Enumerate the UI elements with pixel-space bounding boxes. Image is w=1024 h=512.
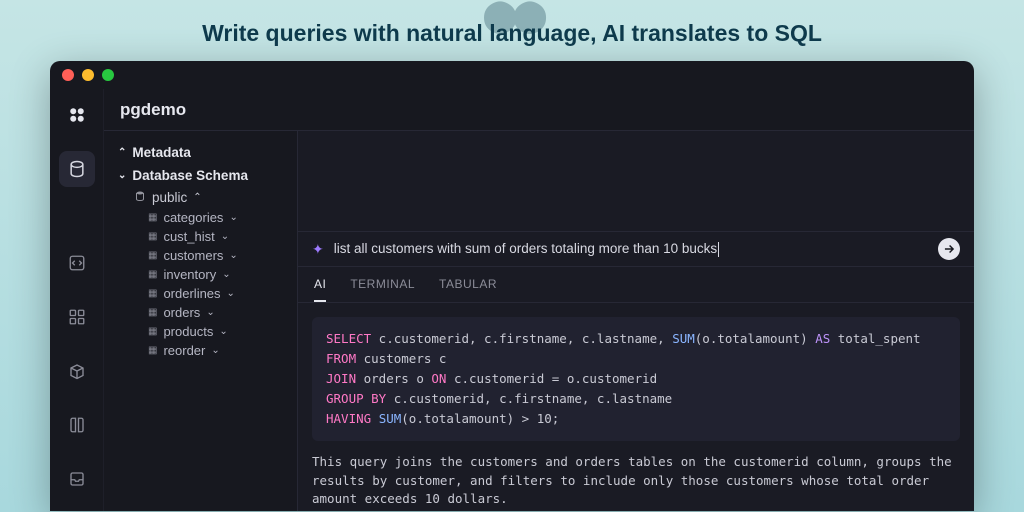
- sparkle-icon: ✦: [312, 241, 324, 258]
- sidebar-item-metadata[interactable]: ⌃ Metadata: [104, 141, 297, 164]
- table-name: reorder: [163, 343, 205, 358]
- editor-pane: ✦ list all customers with sum of orders …: [298, 131, 974, 511]
- tab-tabular[interactable]: TABULAR: [439, 267, 497, 302]
- schema-label: Database Schema: [132, 168, 248, 183]
- table-icon: ▦: [148, 250, 157, 261]
- schema-sidebar: ⌃ Metadata ⌄ Database Schema public ⌃: [104, 131, 298, 511]
- table-icon: ▦: [148, 307, 157, 318]
- database-mini-icon: [134, 190, 146, 205]
- schema-name: public: [152, 190, 187, 205]
- sidebar-table-cust_hist[interactable]: ▦ cust_hist ⌄: [104, 227, 297, 246]
- table-name: orders: [163, 305, 200, 320]
- chevron-down-icon: ⌄: [219, 326, 227, 337]
- chevron-down-icon: ⌄: [229, 250, 237, 261]
- package-icon[interactable]: [59, 353, 95, 389]
- table-icon: ▦: [148, 326, 157, 337]
- sidebar-table-inventory[interactable]: ▦ inventory ⌄: [104, 265, 297, 284]
- sidebar-table-products[interactable]: ▦ products ⌄: [104, 322, 297, 341]
- table-name: cust_hist: [163, 229, 214, 244]
- database-icon[interactable]: [59, 151, 95, 187]
- chevron-down-icon: ⌄: [222, 269, 230, 280]
- chevron-down-icon: ⌄: [211, 345, 219, 356]
- dashboard-icon[interactable]: [59, 299, 95, 335]
- submit-button[interactable]: [938, 238, 960, 260]
- explanation-text: This query joins the customers and order…: [298, 451, 974, 511]
- sidebar-item-schema[interactable]: ⌄ Database Schema: [104, 164, 297, 187]
- tab-terminal[interactable]: TERMINAL: [350, 267, 415, 302]
- table-name: inventory: [163, 267, 216, 282]
- metadata-label: Metadata: [132, 145, 191, 160]
- prompt-input-row[interactable]: ✦ list all customers with sum of orders …: [298, 232, 974, 266]
- decorative-dots: ⬤⬤: [482, 0, 542, 34]
- chevron-down-icon: ⌄: [221, 231, 229, 242]
- tab-ai[interactable]: AI: [314, 267, 326, 302]
- chevron-down-icon: ⌄: [229, 212, 237, 223]
- table-name: categories: [163, 210, 223, 225]
- table-name: orderlines: [163, 286, 220, 301]
- chevron-down-icon: ⌄: [118, 170, 126, 181]
- connection-title: pgdemo: [104, 89, 974, 131]
- sidebar-table-customers[interactable]: ▦ customers ⌄: [104, 246, 297, 265]
- inbox-icon[interactable]: [59, 461, 95, 497]
- icon-rail: [50, 89, 104, 511]
- sidebar-table-orderlines[interactable]: ▦ orderlines ⌄: [104, 284, 297, 303]
- maximize-icon[interactable]: [102, 69, 114, 81]
- chevron-down-icon: ⌄: [227, 288, 235, 299]
- editor-empty-area: [298, 131, 974, 232]
- minimize-icon[interactable]: [82, 69, 94, 81]
- result-tabs: AI TERMINAL TABULAR: [298, 267, 974, 303]
- code-icon[interactable]: [59, 245, 95, 281]
- table-icon: ▦: [148, 269, 157, 280]
- chevron-up-icon: ⌃: [118, 147, 126, 158]
- chevron-up-icon: ⌃: [193, 192, 201, 203]
- sidebar-table-orders[interactable]: ▦ orders ⌄: [104, 303, 297, 322]
- sql-code-block: SELECT c.customerid, c.firstname, c.last…: [312, 317, 960, 441]
- table-icon: ▦: [148, 212, 157, 223]
- close-icon[interactable]: [62, 69, 74, 81]
- table-name: products: [163, 324, 213, 339]
- book-icon[interactable]: [59, 407, 95, 443]
- prompt-text[interactable]: list all customers with sum of orders to…: [334, 241, 938, 257]
- table-icon: ▦: [148, 345, 157, 356]
- sidebar-table-reorder[interactable]: ▦ reorder ⌄: [104, 341, 297, 360]
- sidebar-item-public[interactable]: public ⌃: [104, 187, 297, 208]
- chevron-down-icon: ⌄: [206, 307, 214, 318]
- app-window: pgdemo ⌃ Metadata ⌄ Database Schema: [50, 61, 974, 511]
- app-logo-icon[interactable]: [59, 97, 95, 133]
- table-name: customers: [163, 248, 223, 263]
- sidebar-table-categories[interactable]: ▦ categories ⌄: [104, 208, 297, 227]
- table-icon: ▦: [148, 231, 157, 242]
- table-icon: ▦: [148, 288, 157, 299]
- title-bar: [50, 61, 974, 89]
